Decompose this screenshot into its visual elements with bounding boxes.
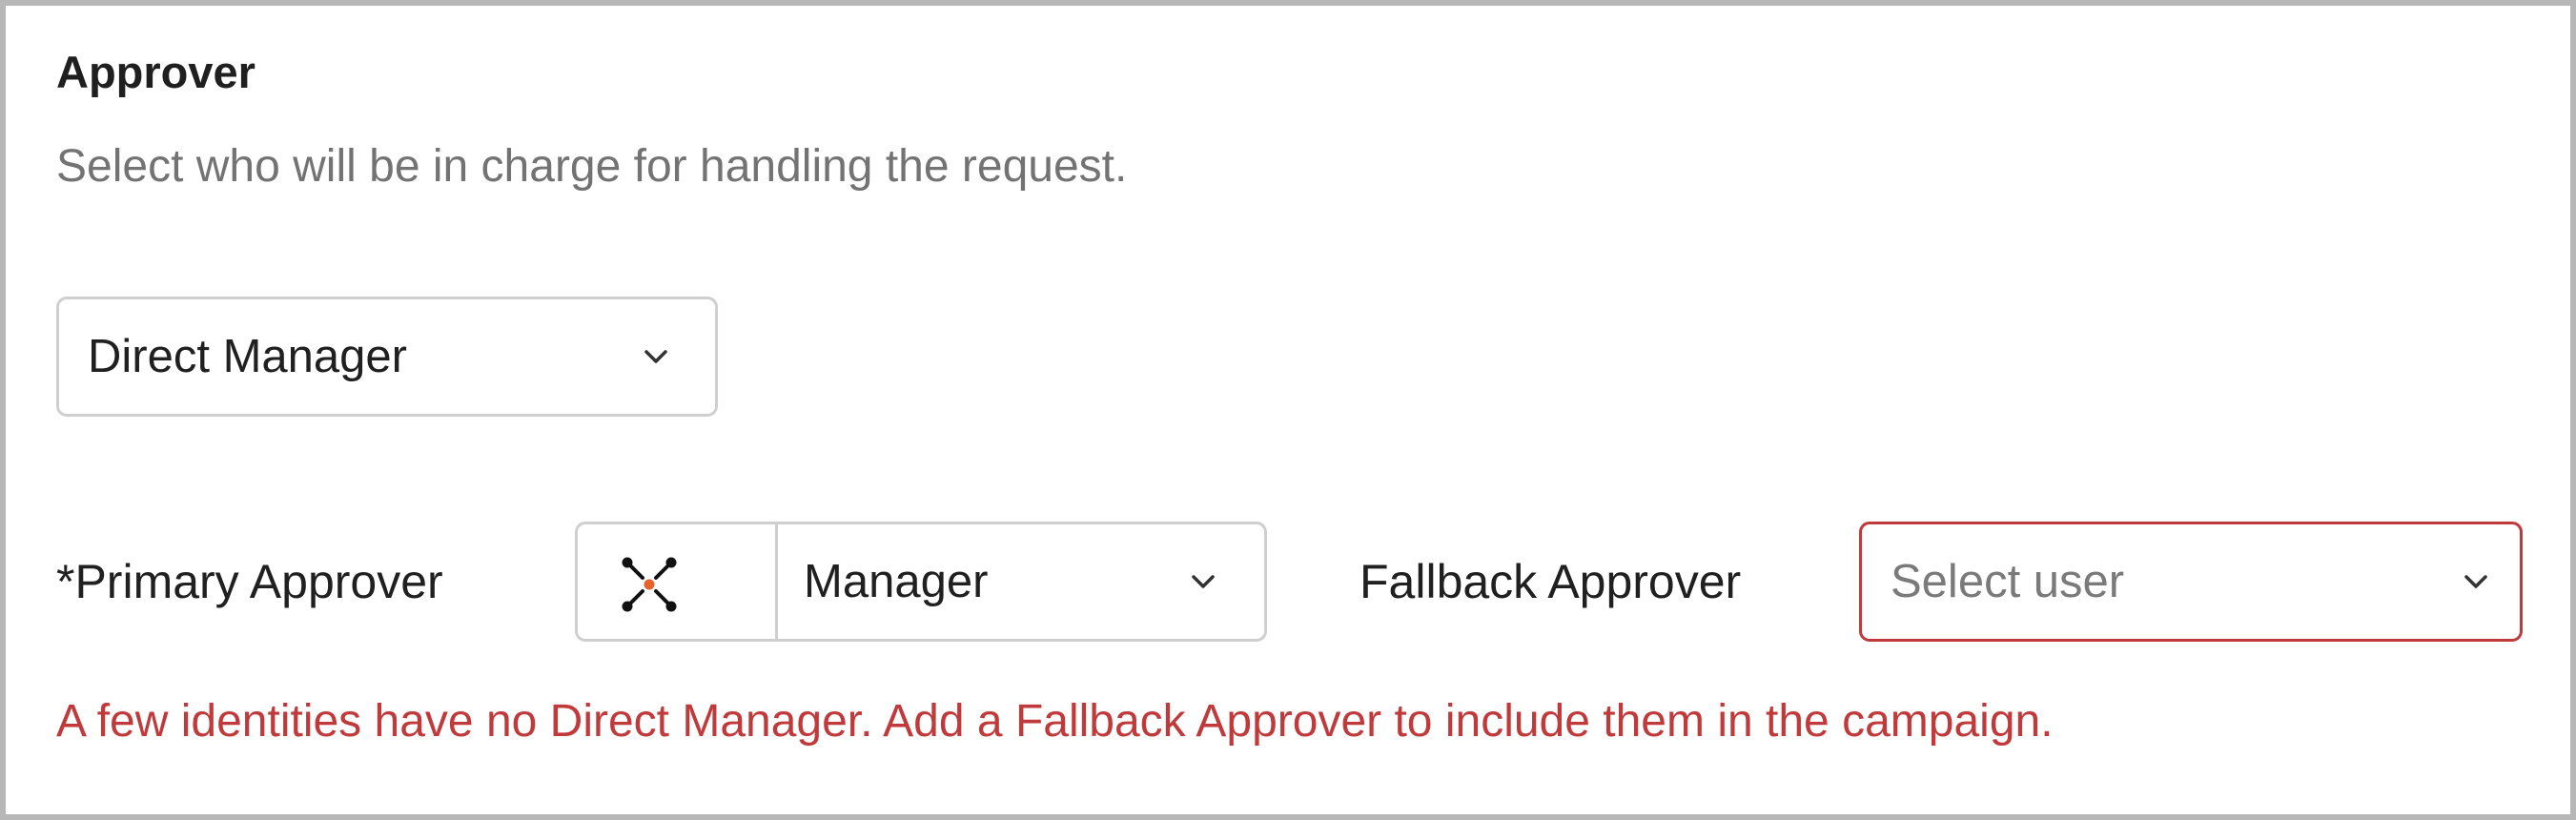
- approver-type-value: Direct Manager: [88, 331, 407, 382]
- primary-approver-select[interactable]: Manager: [575, 522, 1267, 642]
- fallback-approver-select[interactable]: Select user: [1859, 522, 2523, 642]
- section-description: Select who will be in charge for handlin…: [56, 141, 1128, 192]
- chevron-down-icon: [2461, 566, 2491, 597]
- primary-approver-value: Manager: [804, 556, 989, 607]
- section-title: Approver: [56, 47, 256, 97]
- chevron-down-icon: [1188, 566, 1218, 597]
- validation-error-message: A few identities have no Direct Manager.…: [56, 696, 2054, 747]
- fallback-approver-placeholder: Select user: [1891, 556, 2125, 607]
- fallback-approver-label: Fallback Approver: [1360, 555, 1742, 608]
- approver-panel: Approver Select who will be in charge fo…: [0, 0, 2576, 820]
- network-nodes-icon: [616, 551, 683, 618]
- primary-approver-label: *Primary Approver: [56, 555, 443, 608]
- approver-type-dropdown[interactable]: Direct Manager: [56, 297, 718, 417]
- approver-source-selector[interactable]: [578, 524, 778, 639]
- chevron-down-icon: [641, 341, 671, 372]
